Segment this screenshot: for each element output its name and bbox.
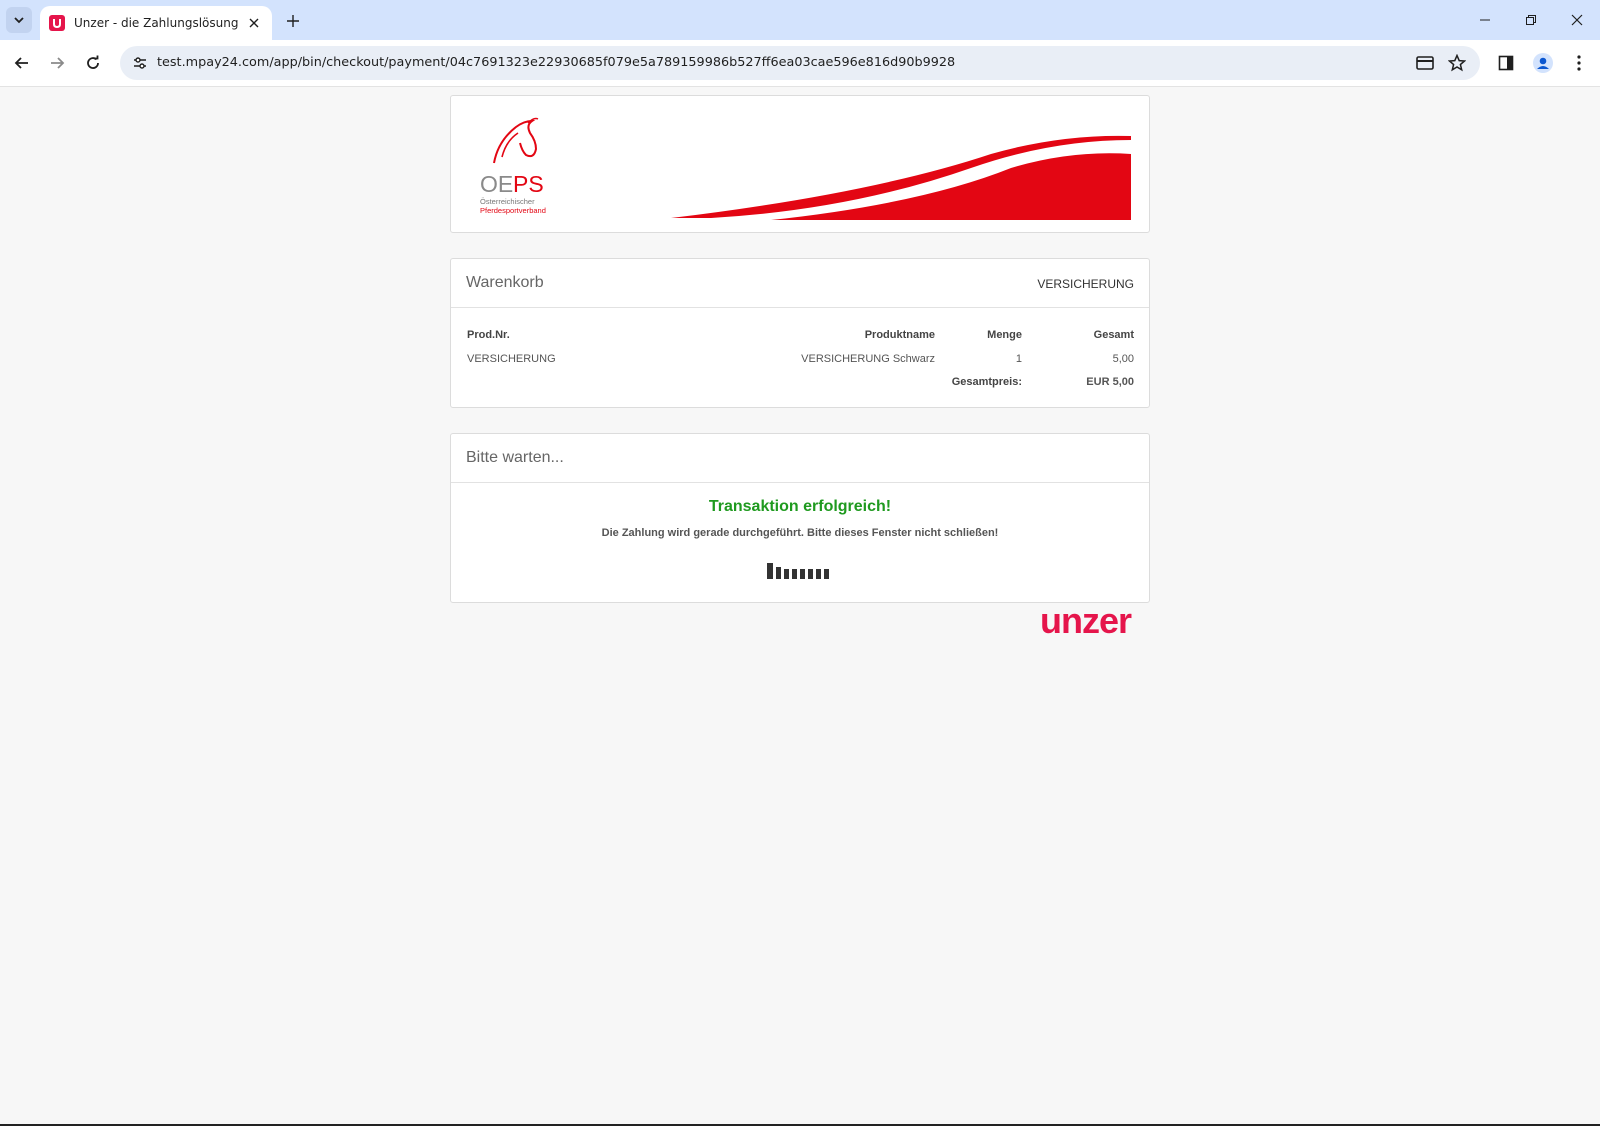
cell-produktname: VERSICHERUNG Schwarz [801, 353, 935, 365]
cart-panel-header: Warenkorb VERSICHERUNG [451, 259, 1149, 308]
cart-table: Prod.Nr. Produktname Menge Gesamt VERSIC… [467, 329, 1134, 399]
merchant-header: OE PS Österreichischer Pferdesportverban… [450, 95, 1150, 233]
side-panel-button[interactable] [1493, 50, 1519, 76]
cart-header-row: Prod.Nr. Produktname Menge Gesamt [467, 329, 1134, 353]
cart-label-right: VERSICHERUNG [1037, 277, 1134, 291]
total-value: EUR 5,00 [1086, 376, 1134, 388]
loader-bar [792, 569, 797, 579]
card-button[interactable] [1414, 53, 1436, 73]
profile-icon [1533, 53, 1553, 73]
address-bar[interactable]: test.mpay24.com/app/bin/checkout/payment… [120, 46, 1480, 80]
cart-panel: Warenkorb VERSICHERUNG Prod.Nr. Produktn… [450, 258, 1150, 408]
close-icon [249, 18, 259, 28]
card-icon [1416, 56, 1434, 70]
unzer-logo-text: unzer [1040, 605, 1132, 641]
close-icon [1571, 14, 1583, 26]
unzer-favicon-icon [49, 15, 65, 31]
new-tab-button[interactable] [282, 10, 304, 32]
restore-button[interactable] [1516, 8, 1546, 32]
loader-bar [808, 569, 813, 579]
red-swoosh [671, 135, 1131, 220]
loader-bar [800, 569, 805, 579]
loader-bar [767, 563, 773, 579]
minimize-icon [1480, 19, 1490, 21]
column-header-prod-nr: Prod.Nr. [467, 329, 510, 341]
restore-icon [1526, 15, 1536, 25]
column-header-produktname: Produktname [864, 329, 935, 341]
info-message: Die Zahlung wird gerade durchgeführt. Bi… [601, 527, 999, 539]
total-label: Gesamtpreis: [951, 376, 1022, 388]
cell-gesamt: 5,00 [1112, 353, 1134, 365]
cart-title: Warenkorb [466, 274, 544, 291]
oeps-logo: OE PS Österreichischer Pferdesportverban… [480, 117, 546, 215]
url-text[interactable]: test.mpay24.com/app/bin/checkout/payment… [157, 55, 955, 70]
bookmark-button[interactable] [1446, 53, 1468, 73]
star-icon [1448, 54, 1466, 72]
cell-menge: 1 [1015, 353, 1022, 365]
total-row: Gesamtpreis: EUR 5,00 [467, 376, 1134, 399]
arrow-left-icon [14, 57, 28, 69]
tab-list-button[interactable] [6, 7, 32, 33]
logo-line1: Österreichischer [480, 197, 535, 206]
loading-indicator [767, 561, 829, 579]
reload-button[interactable] [80, 50, 106, 76]
browser-tab[interactable]: Unzer - die Zahlungslösung für [40, 6, 272, 40]
plus-icon [287, 15, 299, 27]
site-info-button[interactable] [128, 51, 152, 75]
close-tab-button[interactable] [246, 15, 262, 31]
browser-tabbar: Unzer - die Zahlungslösung für [0, 0, 1600, 40]
column-header-gesamt: Gesamt [1093, 329, 1134, 341]
loader-bar [784, 569, 789, 579]
back-button[interactable] [9, 50, 35, 76]
tune-icon [134, 57, 146, 69]
table-row: VERSICHERUNG VERSICHERUNG Schwarz 1 5,00 [467, 353, 1134, 376]
kebab-menu-icon [1577, 55, 1581, 71]
minimize-button[interactable] [1470, 8, 1500, 32]
logo-brand-oe: OE [480, 171, 513, 197]
success-message: Transaktion erfolgreich! [708, 498, 892, 515]
loader-bar [824, 569, 829, 579]
status-title: Bitte warten... [466, 449, 564, 466]
chevron-down-icon [14, 17, 24, 24]
column-header-menge: Menge [987, 329, 1022, 341]
logo-line2: Pferdesportverband [480, 206, 546, 215]
tab-title: Unzer - die Zahlungslösung für [74, 16, 242, 30]
status-panel: Bitte warten... Transaktion erfolgreich!… [450, 433, 1150, 603]
status-panel-header: Bitte warten... [451, 434, 1149, 483]
reload-icon [87, 55, 99, 69]
profile-button[interactable] [1530, 50, 1556, 76]
arrow-right-icon [51, 57, 65, 69]
loader-bar [776, 567, 781, 579]
side-panel-icon [1498, 55, 1514, 71]
unzer-logo: unzer [1040, 605, 1133, 641]
browser-menu-button[interactable] [1566, 50, 1592, 76]
cell-prod-nr: VERSICHERUNG [467, 353, 556, 365]
loader-bar [816, 569, 821, 579]
close-window-button[interactable] [1562, 8, 1592, 32]
logo-brand-ps: PS [513, 171, 544, 197]
browser-toolbar: test.mpay24.com/app/bin/checkout/payment… [0, 40, 1600, 87]
forward-button[interactable] [44, 50, 70, 76]
